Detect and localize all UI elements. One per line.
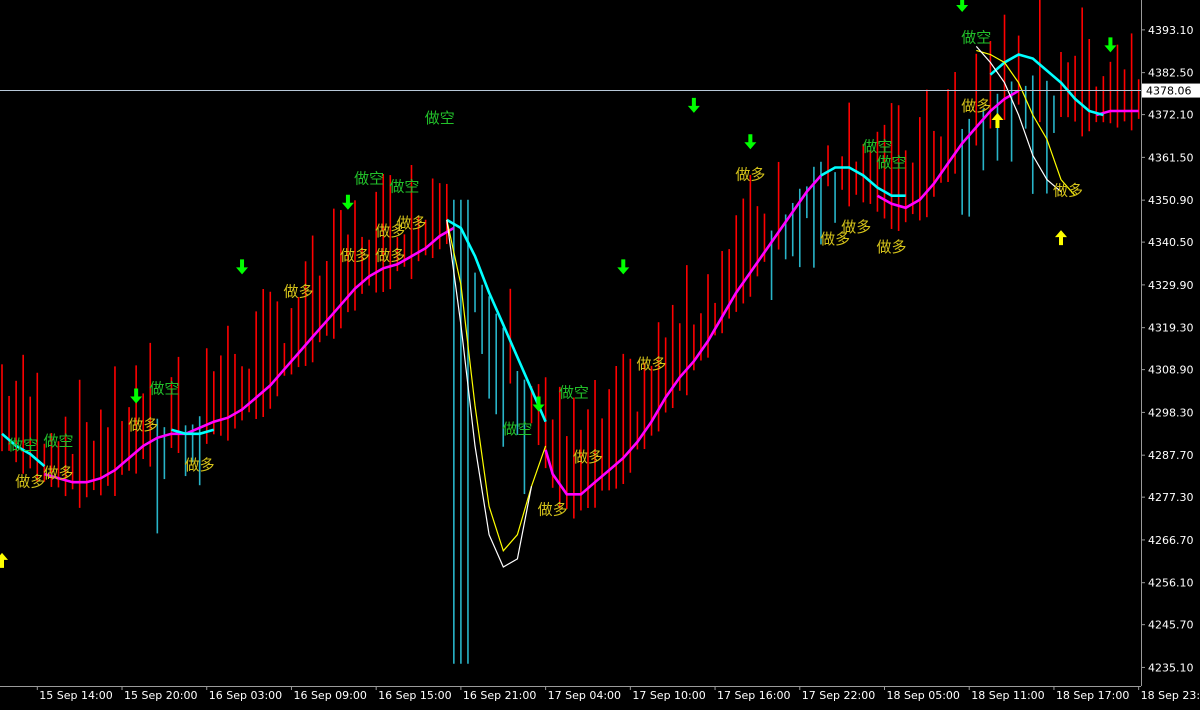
buy-signal-label: 做多 [375,246,405,264]
arrow-up-icon [991,113,1004,129]
x-tick-label: 16 Sep 15:00 [378,689,451,702]
chart-canvas[interactable]: 做多做多做空 做空做多做空做多做多做多做空做多做多做空做多做空做空做多做空做多做多… [0,0,1200,706]
y-tick-label: 4350.90 [1148,194,1194,207]
y-tick-label: 4277.30 [1148,491,1194,504]
sell-signal-label: 做空 [877,153,907,171]
buy-signal-label: 做多 [637,355,667,373]
y-tick-label: 4319.30 [1148,322,1194,335]
y-tick-label: 4372.10 [1148,109,1194,122]
y-tick-label: 4308.90 [1148,364,1194,377]
arrow-up-icon [0,552,8,568]
sell-signal-label: 做空 [502,420,532,438]
x-tick-label: 18 Sep 11:00 [971,689,1044,702]
buy-signal-label: 做多 [185,456,215,474]
current-price-label: 4378.06 [1146,85,1192,98]
sell-signal-label: 做空 [389,178,419,196]
buy-signal-label: 做多 [284,283,314,301]
x-tick-label: 17 Sep 04:00 [548,689,621,702]
sell-signal-label: 做空 [8,436,38,454]
x-tick-label: 16 Sep 09:00 [293,689,366,702]
buy-signal-label: 做多 [573,448,603,466]
x-tick-label: 15 Sep 14:00 [39,689,112,702]
x-tick-label: 17 Sep 16:00 [717,689,790,702]
y-tick-label: 4245.70 [1148,619,1194,632]
indicator-line-0 [44,226,455,484]
sell-signal-label: 做空 [149,379,179,397]
buy-signal-label: 做多 [396,214,426,232]
price-chart[interactable]: 做多 做多 做空 做空 做多 做空 做多 做多 做多 做空 做多 做多 做空 做多 做空 做空 做多 做空 做多 做多… [0,0,1200,706]
x-tick-label: 17 Sep 10:00 [632,689,705,702]
y-tick-label: 4256.10 [1148,577,1194,590]
arrow-down-icon [1104,37,1117,53]
y-tick-label: 4329.90 [1148,279,1194,292]
sell-signal-label: 做空 [43,432,73,450]
y-tick-label: 4235.10 [1148,661,1194,674]
buy-signal-label: 做多 [877,238,907,256]
x-tick-label: 15 Sep 20:00 [124,689,197,702]
y-tick-label: 4298.30 [1148,406,1194,419]
buy-signal-label: 做多 [735,166,765,184]
arrow-down-icon [956,0,969,13]
x-tick-label: 16 Sep 21:00 [463,689,536,702]
arrow-up-icon [1055,230,1067,246]
arrow-down-icon [236,259,249,275]
x-tick-label: 18 Sep 23:00 [1141,689,1200,702]
indicator-lines [1,46,1139,568]
indicator-line-0 [544,174,822,496]
y-tick-label: 4266.70 [1148,534,1194,547]
buy-signal-label: 做多 [1053,182,1083,200]
y-tick-label: 4361.50 [1148,151,1194,164]
buy-signal-label: 做多 [538,501,568,519]
x-tick-label: 16 Sep 03:00 [209,689,282,702]
y-tick-label: 4382.50 [1148,67,1194,80]
arrow-down-icon [744,134,757,150]
arrow-down-icon [130,388,143,404]
axes: 4393.10 4382.50 4372.10 4361.50 4350.90 4340.… [0,0,1200,702]
arrow-down-icon [617,259,630,275]
y-tick-label: 4287.70 [1148,449,1194,462]
y-tick-label: 4393.10 [1148,24,1194,37]
x-tick-label: 18 Sep 17:00 [1056,689,1129,702]
buy-signal-label: 做多 [841,218,871,236]
arrow-down-icon [687,97,700,113]
buy-signal-label: 做多 [43,464,73,482]
sell-signal-label: 做空 [425,109,455,127]
buy-signal-label: 做多 [128,416,158,434]
arrow-down-icon [341,194,354,210]
buy-signal-label: 做多 [961,97,991,115]
x-tick-label: 18 Sep 05:00 [887,689,960,702]
buy-signal-label: 做多 [15,472,45,490]
sell-signal-label: 做空 [961,28,991,46]
sell-signal-label: 做空 [354,170,384,188]
sell-signal-label: 做空 [559,383,589,401]
x-tick-label: 17 Sep 22:00 [802,689,875,702]
y-tick-label: 4340.50 [1148,236,1194,249]
buy-signal-label: 做多 [340,246,370,264]
